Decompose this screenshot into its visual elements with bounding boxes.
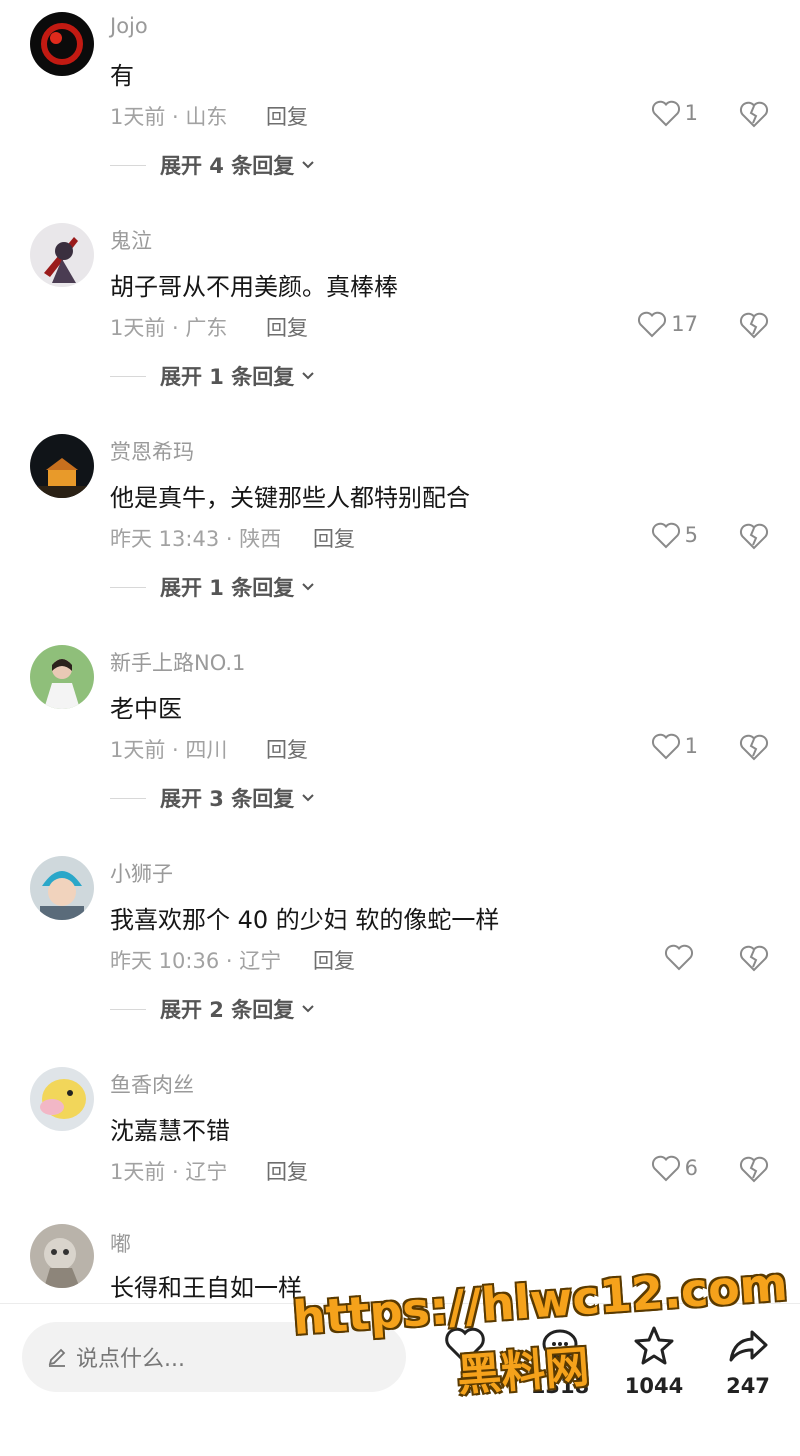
- avatar[interactable]: [30, 1224, 94, 1288]
- comment-username[interactable]: 小狮子: [110, 858, 173, 888]
- comment-username[interactable]: 鱼香肉丝: [110, 1069, 194, 1099]
- like-count: 5: [684, 523, 698, 547]
- watermark-name: 黑料网: [455, 1341, 591, 1402]
- watermark: https://hlwc12.com 黑料网: [290, 1249, 789, 1431]
- comment-username[interactable]: 赏恩希玛: [110, 436, 194, 466]
- like-button[interactable]: 6: [651, 1151, 698, 1185]
- avatar[interactable]: [30, 223, 94, 287]
- comment-text: 沈嘉慧不错: [110, 1117, 230, 1145]
- broken-heart-icon[interactable]: [739, 521, 769, 551]
- divider: [110, 1008, 146, 1010]
- like-count: 17: [671, 312, 698, 336]
- like-button[interactable]: [664, 940, 698, 974]
- divider: [110, 586, 146, 588]
- chevron-down-icon: [302, 161, 314, 169]
- pencil-icon: [48, 1348, 66, 1367]
- comment-text: 我喜欢那个 40 的少妇 软的像蛇一样: [110, 906, 500, 934]
- expand-replies-label: 展开 4 条回复: [160, 154, 295, 178]
- broken-heart-icon[interactable]: [739, 943, 769, 973]
- like-button[interactable]: 5: [651, 518, 698, 552]
- reply-button[interactable]: 回复: [266, 734, 308, 764]
- comment-meta: 1天前 · 山东: [110, 105, 228, 129]
- heart-outline-icon: [651, 733, 680, 760]
- like-count: 1: [684, 101, 698, 125]
- like-count: 1: [684, 734, 698, 758]
- chevron-down-icon: [302, 583, 314, 591]
- comment-input-placeholder: 说点什么...: [76, 1347, 185, 1372]
- broken-heart-icon[interactable]: [739, 732, 769, 762]
- comment-text: 有: [110, 62, 134, 90]
- divider: [110, 797, 146, 799]
- expand-replies-button[interactable]: 展开 3 条回复: [110, 783, 316, 813]
- comment-username[interactable]: 嘟: [110, 1228, 131, 1258]
- comment-text: 长得和王自如一样: [110, 1274, 302, 1302]
- reply-button[interactable]: 回复: [313, 945, 355, 975]
- like-button[interactable]: 17: [637, 307, 698, 341]
- comment-meta: 1天前 · 辽宁: [110, 1160, 228, 1184]
- like-button[interactable]: 1: [651, 729, 698, 763]
- expand-replies-label: 展开 1 条回复: [160, 365, 295, 389]
- broken-heart-icon[interactable]: [739, 310, 769, 340]
- divider: [110, 164, 146, 166]
- broken-heart-icon[interactable]: [739, 1154, 769, 1184]
- expand-replies-button[interactable]: 展开 1 条回复: [110, 572, 316, 602]
- avatar[interactable]: [30, 856, 94, 920]
- comment-username[interactable]: Jojo: [110, 14, 148, 38]
- avatar[interactable]: [30, 12, 94, 76]
- chevron-down-icon: [302, 1005, 314, 1013]
- comment-text: 胡子哥从不用美颜。真棒棒: [110, 273, 398, 301]
- comment-meta: 1天前 · 广东: [110, 316, 228, 340]
- comment-username[interactable]: 鬼泣: [110, 225, 152, 255]
- chevron-down-icon: [302, 372, 314, 380]
- reply-button[interactable]: 回复: [266, 312, 308, 342]
- heart-outline-icon: [651, 100, 680, 127]
- avatar[interactable]: [30, 645, 94, 709]
- avatar[interactable]: [30, 1067, 94, 1131]
- comment-username[interactable]: 新手上路NO.1: [110, 647, 245, 677]
- avatar[interactable]: [30, 434, 94, 498]
- comment-meta: 昨天 10:36 · 辽宁: [110, 949, 282, 973]
- expand-replies-label: 展开 1 条回复: [160, 576, 295, 600]
- reply-button[interactable]: 回复: [266, 101, 308, 131]
- comment-text: 他是真牛，关键那些人都特别配合: [110, 484, 470, 512]
- reply-button[interactable]: 回复: [313, 523, 355, 553]
- expand-replies-button[interactable]: 展开 2 条回复: [110, 994, 316, 1024]
- expand-replies-button[interactable]: 展开 4 条回复: [110, 150, 316, 180]
- chevron-down-icon: [302, 794, 314, 802]
- heart-outline-icon: [664, 944, 694, 971]
- watermark-url: https://hlwc12.com: [291, 1256, 790, 1346]
- expand-replies-label: 展开 3 条回复: [160, 787, 295, 811]
- like-button[interactable]: 1: [651, 96, 698, 130]
- expand-replies-button[interactable]: 展开 1 条回复: [110, 361, 316, 391]
- heart-outline-icon: [651, 1155, 680, 1182]
- reply-button[interactable]: 回复: [266, 1156, 308, 1186]
- comment-text: 老中医: [110, 695, 182, 723]
- divider: [110, 375, 146, 377]
- comment-meta: 昨天 13:43 · 陕西: [110, 527, 282, 551]
- expand-replies-label: 展开 2 条回复: [160, 998, 295, 1022]
- heart-outline-icon: [651, 522, 680, 549]
- comment-meta: 1天前 · 四川: [110, 738, 228, 762]
- like-count: 6: [684, 1156, 698, 1180]
- broken-heart-icon[interactable]: [739, 99, 769, 129]
- heart-outline-icon: [638, 311, 667, 338]
